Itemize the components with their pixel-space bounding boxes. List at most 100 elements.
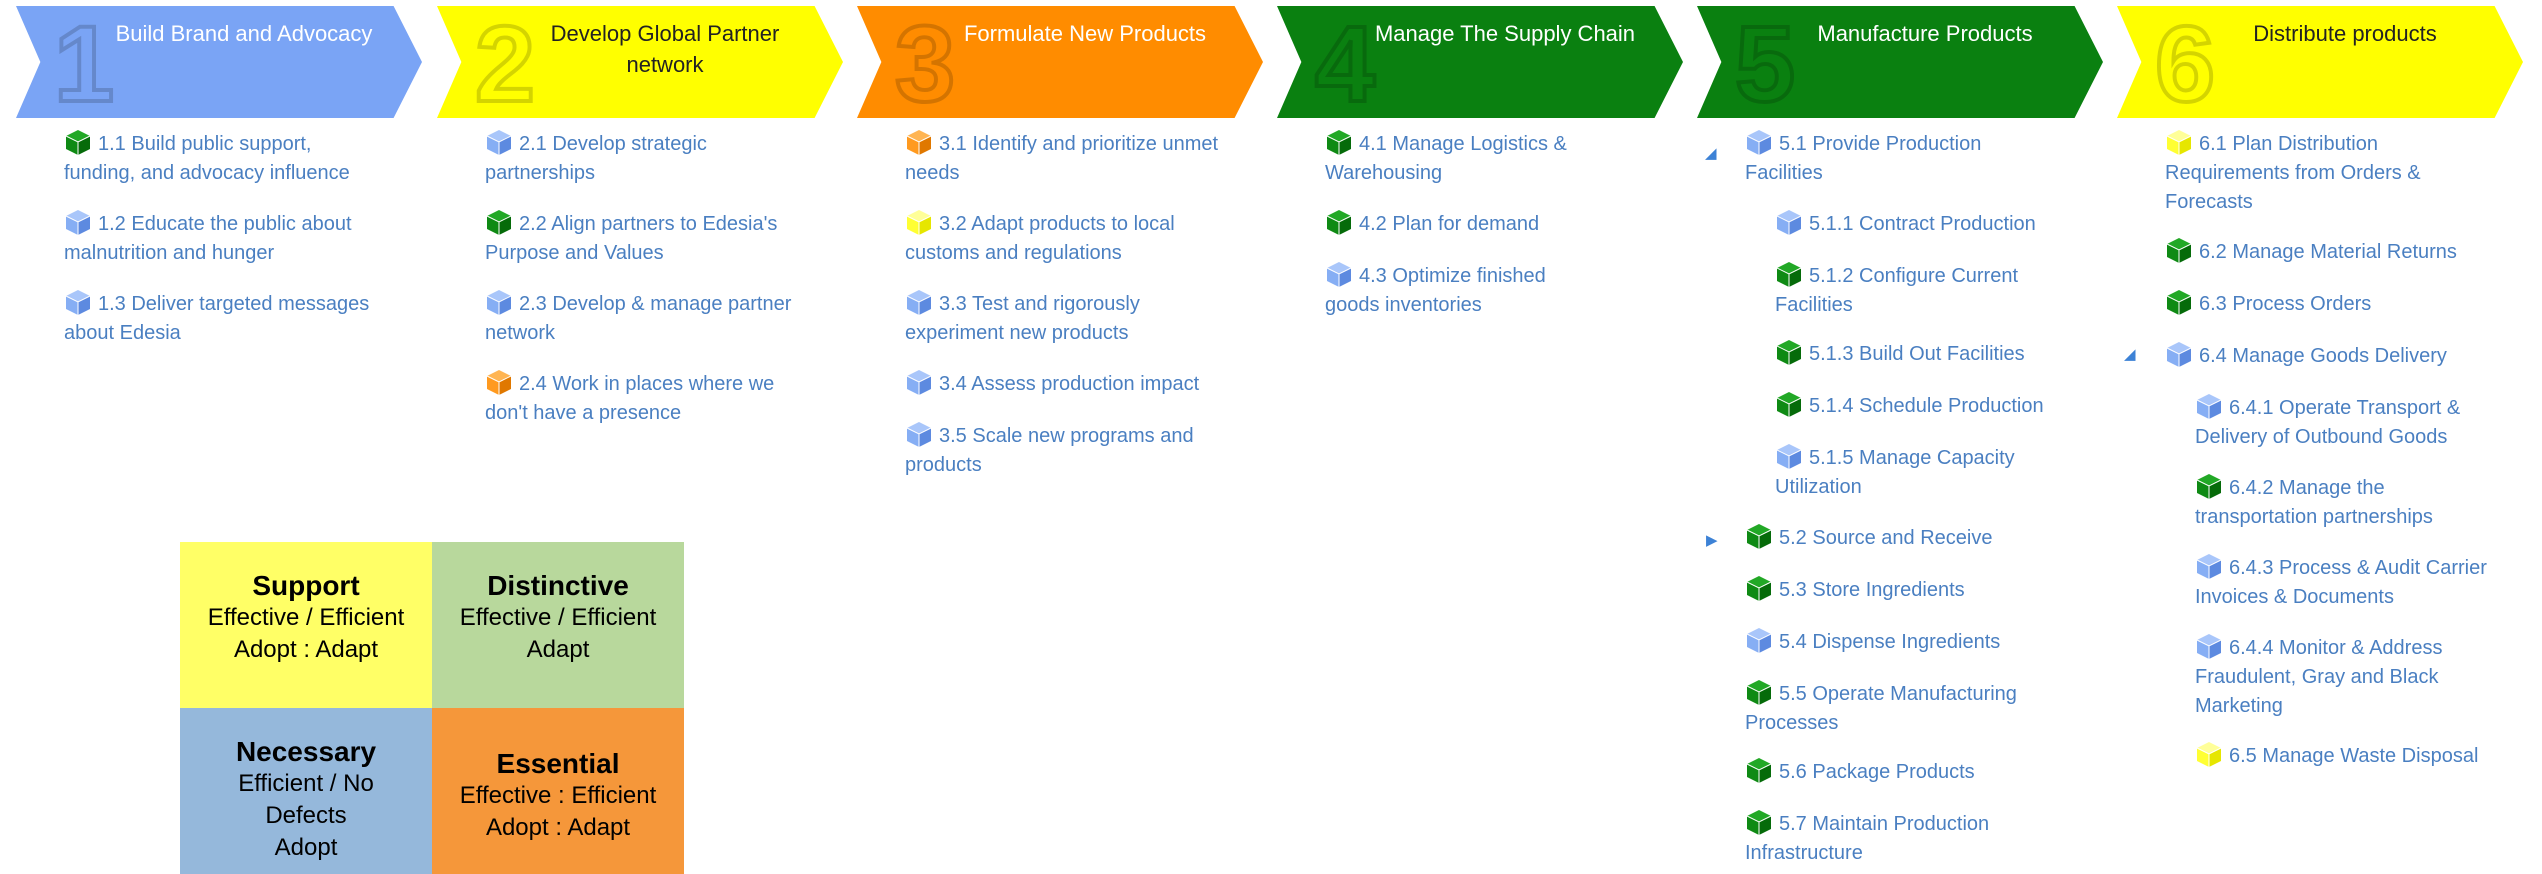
process-item[interactable]: 3.4 Assess production impact [905,368,1235,399]
process-item[interactable]: 5.6 Package Products [1745,756,2065,787]
green-cube-icon [1746,576,1772,601]
process-item[interactable]: 6.4.2 Manage the transportation partners… [2195,472,2495,532]
process-item-label: 6.1 Plan Distribution Requirements from … [2165,133,2421,213]
process-item-label: 5.7 Maintain Production Infrastructure [1745,813,1990,864]
blue-cube-icon [2196,634,2222,659]
process-item-label: 5.6 Package Products [1779,761,1975,783]
expand-caret-5-1[interactable]: ◢ [1705,144,1717,162]
blue-cube-icon [2196,394,2222,419]
stage-chevron-6[interactable]: 6 Distribute products [2117,6,2523,118]
process-item[interactable]: 2.4 Work in places where we don't have a… [485,368,815,428]
expand-caret-6-4[interactable]: ◢ [2124,345,2136,363]
legend-cell-distinctive: Distinctive Effective / Efficient Adapt [432,542,684,708]
process-item[interactable]: 6.5 Manage Waste Disposal [2195,740,2495,771]
process-item-label: 3.2 Adapt products to local customs and … [905,213,1175,264]
process-item[interactable]: 1.2 Educate the public about malnutritio… [64,208,384,268]
legend-line: Effective / Efficient [459,604,657,631]
legend-cell-support: Support Effective / Efficient Adopt : Adap… [180,542,432,708]
stage-chevron-3[interactable]: 3 Formulate New Products [857,6,1263,118]
process-item[interactable]: 3.2 Adapt products to local customs and … [905,208,1235,268]
process-item[interactable]: 4.2 Plan for demand [1325,208,1595,239]
stage-chevron-2[interactable]: 2 Develop Global Partner network [437,6,843,118]
process-item[interactable]: 5.4 Dispense Ingredients [1745,626,2065,657]
legend-line: Adapt [526,636,590,663]
legend-line: Adopt : Adapt [485,814,631,841]
blue-cube-icon [65,210,91,235]
process-item-label: 2.2 Align partners to Edesia's Purpose a… [485,213,778,264]
process-item[interactable]: 2.2 Align partners to Edesia's Purpose a… [485,208,815,268]
process-item[interactable]: 5.1.5 Manage Capacity Utilization [1775,442,2065,502]
process-item[interactable]: 1.1 Build public support, funding, and a… [64,128,384,188]
blue-cube-icon [1776,444,1802,469]
process-item-label: 6.5 Manage Waste Disposal [2229,745,2479,767]
process-item-label: 3.1 Identify and prioritize unmet needs [905,133,1219,184]
process-item[interactable]: 1.3 Deliver targeted messages about Edes… [64,288,384,348]
yellow-cube-icon [906,210,932,235]
process-item[interactable]: 5.5 Operate Manufacturing Processes [1745,678,2065,738]
stage-title: Manufacture Products [1817,21,2033,46]
collapse-caret-5-2[interactable]: ▶ [1706,531,1718,549]
process-item[interactable]: 5.1.3 Build Out Facilities [1775,338,2065,369]
process-item[interactable]: 6.4.1 Operate Transport & Delivery of Ou… [2195,392,2495,452]
legend-heading: Essential [496,748,620,779]
blue-cube-icon [906,290,932,315]
blue-cube-icon [906,370,932,395]
process-item[interactable]: 5.2 Source and Receive [1745,522,2065,553]
process-item[interactable]: 5.7 Maintain Production Infrastructure [1745,808,2065,868]
process-item-label: 6.4.3 Process & Audit Carrier Invoices &… [2195,557,2487,608]
orange-cube-icon [486,370,512,395]
legend-heading: Distinctive [487,570,629,601]
process-item[interactable]: 6.4.4 Monitor & Address Fraudulent, Gray… [2195,632,2495,721]
process-item[interactable]: 2.3 Develop & manage partner network [485,288,815,348]
legend-heading: Necessary [235,736,377,767]
process-item[interactable]: 4.1 Manage Logistics & Warehousing [1325,128,1595,188]
process-item[interactable]: 2.1 Develop strategic partnerships [485,128,815,188]
legend-line: Effective / Efficient [207,604,405,631]
stage-title: Manage The Supply Chain [1374,21,1636,46]
process-item-label: 6.4.2 Manage the transportation partners… [2195,477,2433,528]
process-item[interactable]: 5.1.1 Contract Production [1775,208,2065,239]
stage-title: Formulate New Products [963,21,1207,46]
process-item-label: 6.2 Manage Material Returns [2199,241,2457,263]
stage-chevron-1[interactable]: 1 Build Brand and Advocacy [16,6,422,118]
stage-chevron-4[interactable]: 4 Manage The Supply Chain [1277,6,1683,118]
green-cube-icon [1746,810,1772,835]
blue-cube-icon [486,290,512,315]
process-item[interactable]: 5.1 Provide Production Facilities [1745,128,2005,188]
process-item[interactable]: 3.3 Test and rigorously experiment new p… [905,288,1235,348]
process-item-label: 4.3 Optimize finished goods inventories [1325,265,1546,316]
process-item[interactable]: 5.3 Store Ingredients [1745,574,2065,605]
green-cube-icon [1776,392,1802,417]
process-item[interactable]: 5.1.2 Configure Current Facilities [1775,260,2065,320]
green-cube-icon [1326,130,1352,155]
process-item-label: 6.4 Manage Goods Delivery [2199,345,2447,367]
process-item[interactable]: 6.2 Manage Material Returns [2165,236,2485,267]
process-item[interactable]: 6.1 Plan Distribution Requirements from … [2165,128,2485,217]
process-item[interactable]: 6.3 Process Orders [2165,288,2485,319]
process-item-label: 5.1.4 Schedule Production [1809,395,2044,417]
green-cube-icon [486,210,512,235]
process-map: 1 Build Brand and Advocacy 2 Develop Global… [0,0,2542,874]
process-item-label: 2.1 Develop strategic partnerships [485,133,707,184]
blue-cube-icon [2196,554,2222,579]
blue-cube-icon [486,130,512,155]
process-item-label: 1.3 Deliver targeted messages about Edes… [64,293,370,344]
process-item[interactable]: 3.1 Identify and prioritize unmet needs [905,128,1235,188]
stage-chevron-5[interactable]: 5 Manufacture Products [1697,6,2103,118]
green-cube-icon [2166,290,2192,315]
green-cube-icon [1776,340,1802,365]
process-item[interactable]: 6.4 Manage Goods Delivery [2165,340,2485,371]
green-cube-icon [2196,474,2222,499]
process-item[interactable]: 5.1.4 Schedule Production [1775,390,2065,421]
stage-title: Build Brand and Advocacy [115,21,373,46]
process-item[interactable]: 6.4.3 Process & Audit Carrier Invoices &… [2195,552,2495,612]
process-item-label: 3.5 Scale new programs and products [905,425,1194,476]
process-item-label: 6.3 Process Orders [2199,293,2372,315]
stage-title: Distribute products [2253,21,2437,46]
legend-cell-essential: Essential Effective : Efficient Adopt : Ad… [432,708,684,874]
legend-heading: Support [252,570,360,601]
process-item[interactable]: 4.3 Optimize finished goods inventories [1325,260,1595,320]
process-item[interactable]: 3.5 Scale new programs and products [905,420,1235,480]
green-cube-icon [1776,262,1802,287]
process-item-label: 4.1 Manage Logistics & Warehousing [1325,133,1567,184]
